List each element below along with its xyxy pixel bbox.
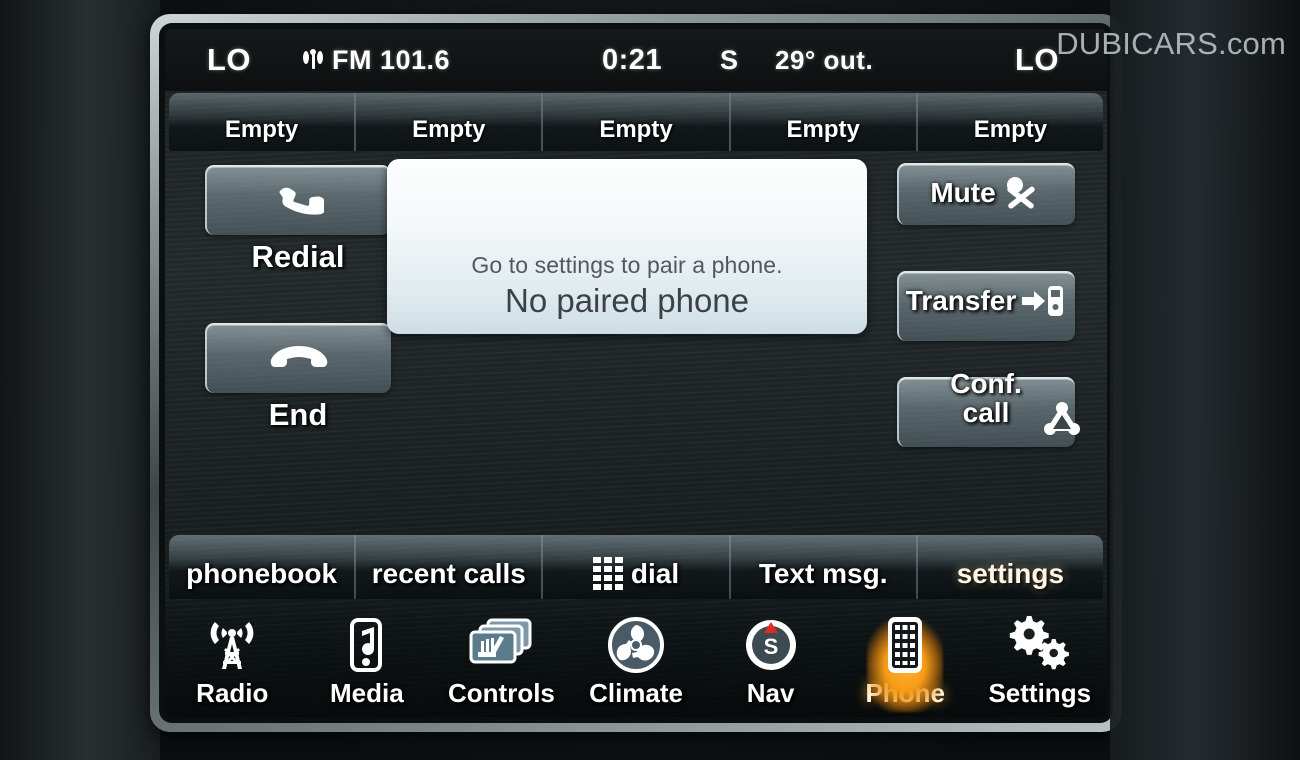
nav-item-nav[interactable]: S Nav <box>703 614 838 717</box>
tab-dial[interactable]: dial <box>543 535 731 599</box>
end-call-button[interactable] <box>205 323 391 393</box>
climate-fan-icon <box>606 614 666 676</box>
keypad-icon <box>592 556 623 590</box>
status-message-box: Go to settings to pair a phone. No paire… <box>387 159 867 334</box>
preset-button-1[interactable]: Empty <box>169 93 357 151</box>
screen-bezel: LO FM 101.6 0:21 S 29° out. LO Empty Emp… <box>150 14 1122 732</box>
preset-button-4[interactable]: Empty <box>731 93 918 151</box>
status-right-climate: LO <box>1014 42 1059 77</box>
nav-item-media[interactable]: Media <box>300 614 435 717</box>
tab-settings[interactable]: settings <box>918 535 1103 599</box>
microphone-muted-icon <box>1000 173 1042 213</box>
seat-controls-icon <box>466 614 536 676</box>
status-left-climate: LO <box>207 42 252 77</box>
nav-item-nav-label: Nav <box>746 678 795 708</box>
nav-item-phone[interactable]: Phone <box>838 614 973 717</box>
phone-handset-icon <box>274 177 324 225</box>
radio-tower-icon <box>201 614 263 676</box>
media-player-icon <box>344 614 390 676</box>
screen-bezel-inner: LO FM 101.6 0:21 S 29° out. LO Empty Emp… <box>159 23 1113 723</box>
end-call-label: End <box>268 397 328 432</box>
status-audio-source: FM 101.6 <box>303 45 450 76</box>
nav-item-radio[interactable]: Radio <box>165 614 300 717</box>
nav-item-controls-label: Controls <box>448 678 555 708</box>
site-watermark: DUBICARS.com <box>1056 26 1286 61</box>
preset-button-3[interactable]: Empty <box>543 93 731 151</box>
nav-item-media-label: Media <box>330 678 404 708</box>
redial-button[interactable] <box>205 165 391 235</box>
tab-settings-label: settings <box>956 558 1065 589</box>
nav-item-settings[interactable]: Settings <box>972 614 1107 717</box>
preset-button-2[interactable]: Empty <box>356 93 544 151</box>
nav-item-radio-label: Radio <box>196 678 269 708</box>
conference-call-icon <box>1043 401 1081 437</box>
tab-phonebook-label: phonebook <box>186 558 338 589</box>
main-navigation-bar: Radio Media Controls Climate S Nav Setti… <box>165 591 1107 717</box>
tab-recent-calls-label: recent calls <box>371 558 526 589</box>
transfer-label-group: Transfer <box>897 281 1075 321</box>
tab-recent-calls[interactable]: recent calls <box>356 535 544 599</box>
phone-main-area: Redial End Go to settings to pair a phon… <box>165 151 1107 531</box>
phone-keypad-icon <box>882 614 928 676</box>
nav-item-climate[interactable]: Climate <box>569 614 704 717</box>
dashboard-surround: DUBICARS.com LO FM 101.6 0:21 S 29° out.… <box>0 0 1300 760</box>
message-subtitle: Go to settings to pair a phone. <box>471 252 783 278</box>
nav-item-settings-label: Settings <box>988 678 1092 708</box>
status-bar: LO FM 101.6 0:21 S 29° out. LO <box>165 29 1107 91</box>
tab-text-msg[interactable]: Text msg. <box>731 535 918 599</box>
conference-call-label-line2: call <box>962 397 1010 429</box>
radio-preset-bar: Empty Empty Empty Empty Empty <box>169 93 1103 151</box>
gears-icon <box>1007 614 1073 676</box>
infotainment-screen: LO FM 101.6 0:21 S 29° out. LO Empty Emp… <box>165 29 1107 717</box>
nav-item-climate-label: Climate <box>589 678 683 708</box>
preset-button-5[interactable]: Empty <box>918 93 1103 151</box>
status-outside-temperature: 29° out. <box>775 44 874 75</box>
mute-label-group: Mute <box>897 173 1075 213</box>
status-clock: 0:21 <box>602 43 663 76</box>
mute-label: Mute <box>930 177 996 208</box>
status-source-label: FM 101.6 <box>332 44 451 75</box>
status-gear-indicator: S <box>720 44 739 75</box>
phone-hangup-icon <box>268 342 330 376</box>
tab-dial-label: dial <box>630 558 680 589</box>
tab-phonebook[interactable]: phonebook <box>169 535 357 599</box>
nav-item-controls[interactable]: Controls <box>434 614 569 717</box>
message-title: No paired phone <box>504 282 750 319</box>
transfer-to-phone-icon <box>1020 281 1066 321</box>
svg-text:S: S <box>763 634 778 659</box>
conference-call-label-group: Conf. call <box>897 368 1080 435</box>
transfer-label: Transfer <box>905 285 1017 316</box>
conference-call-label: Conf. <box>950 368 1022 399</box>
tab-text-msg-label: Text msg. <box>758 558 888 589</box>
phone-tab-bar: phonebook recent calls dial Text msg. se… <box>169 535 1103 599</box>
compass-icon: S <box>742 614 800 676</box>
antenna-icon <box>303 49 323 71</box>
redial-label: Redial <box>251 239 345 274</box>
